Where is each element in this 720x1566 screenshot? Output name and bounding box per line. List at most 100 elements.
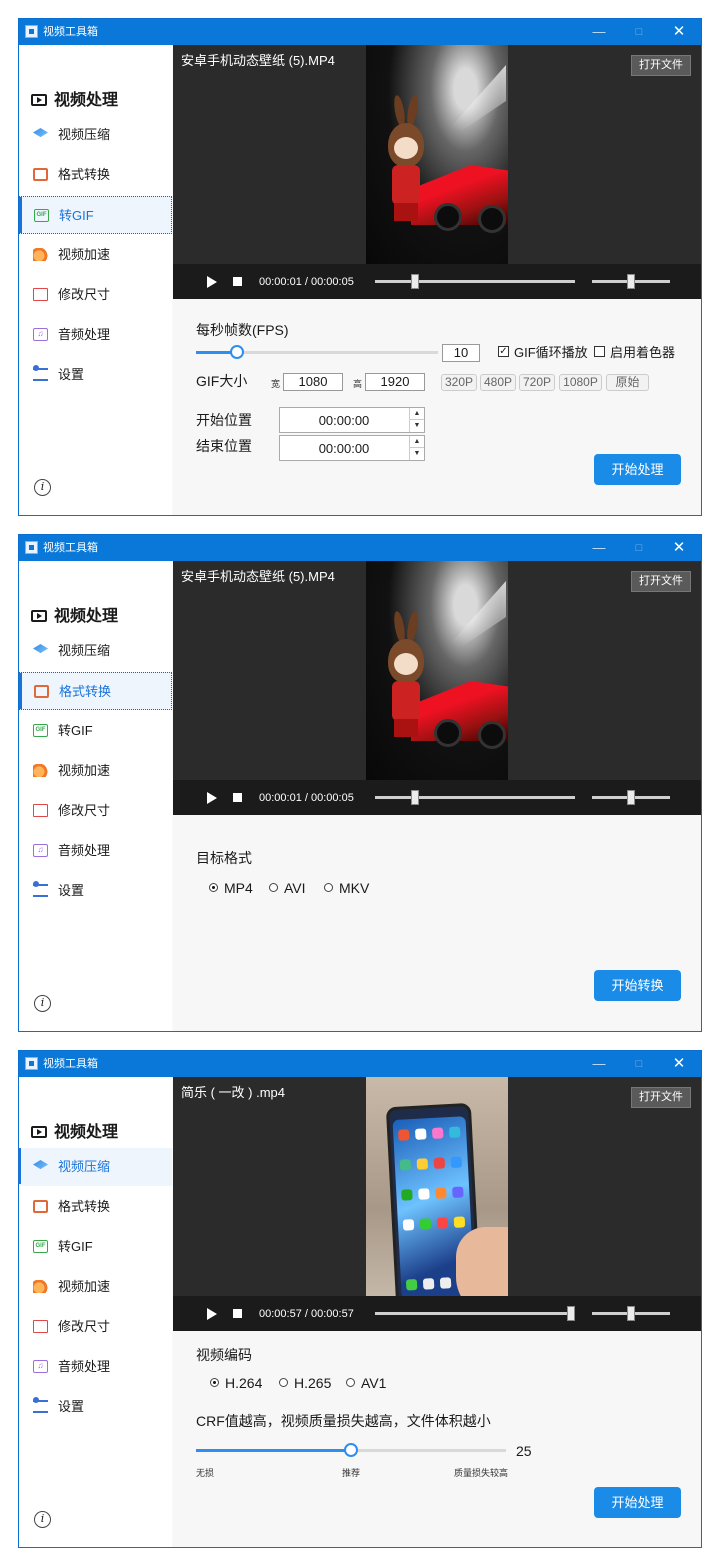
- seek-thumb[interactable]: [411, 274, 419, 289]
- minimize-button[interactable]: —: [579, 1054, 619, 1074]
- width-input[interactable]: 1080: [283, 373, 343, 391]
- sidebar-item-convert[interactable]: 格式转换: [19, 672, 172, 710]
- spin-up-icon[interactable]: ▲: [409, 408, 424, 420]
- play-icon[interactable]: [207, 276, 217, 288]
- video-frame: [366, 561, 508, 781]
- maximize-button[interactable]: □: [619, 1054, 659, 1074]
- title-bar[interactable]: 视频工具箱 — □ ✕: [19, 19, 701, 45]
- player-controls: 00:00:01 / 00:00:05: [173, 780, 701, 815]
- maximize-button[interactable]: □: [619, 22, 659, 42]
- open-file-button[interactable]: 打开文件: [631, 571, 691, 592]
- crf-slider-knob[interactable]: [344, 1443, 358, 1457]
- volume-thumb[interactable]: [627, 274, 635, 289]
- sidebar-item-compress[interactable]: 视频压缩: [19, 116, 172, 154]
- fps-slider[interactable]: [196, 345, 438, 359]
- app-tile: [405, 1278, 418, 1291]
- minimize-button[interactable]: —: [579, 22, 619, 42]
- sidebar-item-speed[interactable]: 视频加速: [19, 752, 172, 790]
- car-wheel: [478, 721, 506, 749]
- app-tile: [431, 1127, 444, 1139]
- volume-slider[interactable]: [592, 274, 670, 289]
- seek-thumb[interactable]: [411, 790, 419, 805]
- volume-thumb[interactable]: [627, 790, 635, 805]
- preset-original-button[interactable]: 原始: [606, 374, 649, 391]
- sidebar-item-compress[interactable]: 视频压缩: [18, 1148, 172, 1186]
- sidebar-item-speed[interactable]: 视频加速: [19, 236, 172, 274]
- close-button[interactable]: ✕: [659, 22, 699, 42]
- sidebar-item-settings[interactable]: 设置: [19, 1388, 172, 1426]
- speed-icon: [33, 1280, 48, 1293]
- play-icon[interactable]: [207, 1308, 217, 1320]
- crf-slider[interactable]: [196, 1443, 506, 1457]
- title-bar[interactable]: 视频工具箱 — □ ✕: [19, 535, 701, 561]
- sidebar-item-convert[interactable]: 格式转换: [19, 1188, 172, 1226]
- height-input[interactable]: 1920: [365, 373, 425, 391]
- end-position-input[interactable]: 00:00:00 ▲ ▼: [279, 435, 425, 461]
- fps-slider-knob[interactable]: [230, 345, 245, 359]
- sidebar-item-audio[interactable]: ♫ 音频处理: [19, 832, 172, 870]
- stop-icon[interactable]: [233, 277, 242, 286]
- sidebar-item-convert[interactable]: 格式转换: [19, 156, 172, 194]
- sidebar-item-resize[interactable]: 修改尺寸: [19, 276, 172, 314]
- start-convert-button[interactable]: 开始转换: [594, 970, 681, 1001]
- play-icon[interactable]: [207, 792, 217, 804]
- gif-icon: GIF: [33, 1240, 48, 1253]
- sidebar-item-gif[interactable]: GIF 转GIF: [19, 196, 172, 234]
- info-icon[interactable]: i: [34, 995, 51, 1012]
- sidebar-item-settings[interactable]: 设置: [19, 872, 172, 910]
- open-file-button[interactable]: 打开文件: [631, 55, 691, 76]
- video-player: 简乐 ( 一改 ) .mp4 打开文件 00:00:57 / 00:00:57: [173, 1077, 701, 1331]
- music-icon: ♫: [33, 328, 48, 341]
- codec-h264-radio[interactable]: [210, 1378, 219, 1387]
- preset-480p-button[interactable]: 480P: [480, 374, 516, 391]
- codec-h265-radio[interactable]: [279, 1378, 288, 1387]
- seek-thumb[interactable]: [567, 1306, 575, 1321]
- codec-av1-radio[interactable]: [346, 1378, 355, 1387]
- format-avi-radio[interactable]: [269, 883, 278, 892]
- info-icon[interactable]: i: [34, 479, 51, 496]
- start-processing-button[interactable]: 开始处理: [594, 454, 681, 485]
- format-mkv-radio[interactable]: [324, 883, 333, 892]
- spin-down-icon[interactable]: ▼: [409, 448, 424, 460]
- fps-input[interactable]: 10: [442, 344, 480, 362]
- minimize-button[interactable]: —: [579, 538, 619, 558]
- scale-label-high-loss: 质量损失较高: [454, 1468, 509, 1478]
- sidebar-item-audio[interactable]: ♫ 音频处理: [19, 316, 172, 354]
- seek-bar[interactable]: [375, 1306, 575, 1321]
- volume-slider[interactable]: [592, 790, 670, 805]
- start-position-input[interactable]: 00:00:00 ▲ ▼: [279, 407, 425, 433]
- title-bar[interactable]: 视频工具箱 — □ ✕: [19, 1051, 701, 1077]
- stop-icon[interactable]: [233, 1309, 242, 1318]
- start-processing-button[interactable]: 开始处理: [594, 1487, 681, 1518]
- sidebar-item-gif[interactable]: GIF 转GIF: [19, 1228, 172, 1266]
- gif-loop-checkbox[interactable]: ✓: [498, 346, 509, 357]
- sidebar-item-resize[interactable]: 修改尺寸: [19, 1308, 172, 1346]
- sidebar-item-audio[interactable]: ♫ 音频处理: [19, 1348, 172, 1386]
- close-button[interactable]: ✕: [659, 1054, 699, 1074]
- spin-up-icon[interactable]: ▲: [409, 436, 424, 448]
- sidebar-item-label: 转GIF: [58, 1239, 93, 1254]
- preset-720p-button[interactable]: 720P: [519, 374, 555, 391]
- preset-320p-button[interactable]: 320P: [441, 374, 477, 391]
- close-button[interactable]: ✕: [659, 538, 699, 558]
- stop-icon[interactable]: [233, 793, 242, 802]
- format-mp4-radio[interactable]: [209, 883, 218, 892]
- sidebar-item-label: 修改尺寸: [58, 803, 111, 818]
- preset-1080p-button[interactable]: 1080P: [559, 374, 602, 391]
- volume-thumb[interactable]: [627, 1306, 635, 1321]
- volume-slider[interactable]: [592, 1306, 670, 1321]
- time-display: 00:00:57 / 00:00:57: [259, 1308, 354, 1320]
- sidebar-item-settings[interactable]: 设置: [19, 356, 172, 394]
- sidebar-item-gif[interactable]: GIF 转GIF: [19, 712, 172, 750]
- sidebar-item-compress[interactable]: 视频压缩: [19, 632, 172, 670]
- spin-down-icon[interactable]: ▼: [409, 420, 424, 432]
- sidebar-item-speed[interactable]: 视频加速: [19, 1268, 172, 1306]
- sidebar-item-resize[interactable]: 修改尺寸: [19, 792, 172, 830]
- colorizer-checkbox[interactable]: [594, 346, 605, 357]
- seek-bar[interactable]: [375, 790, 575, 805]
- open-file-button[interactable]: 打开文件: [631, 1087, 691, 1108]
- maximize-button[interactable]: □: [619, 538, 659, 558]
- info-icon[interactable]: i: [34, 1511, 51, 1528]
- sidebar-item-label: 格式转换: [58, 167, 111, 182]
- seek-bar[interactable]: [375, 274, 575, 289]
